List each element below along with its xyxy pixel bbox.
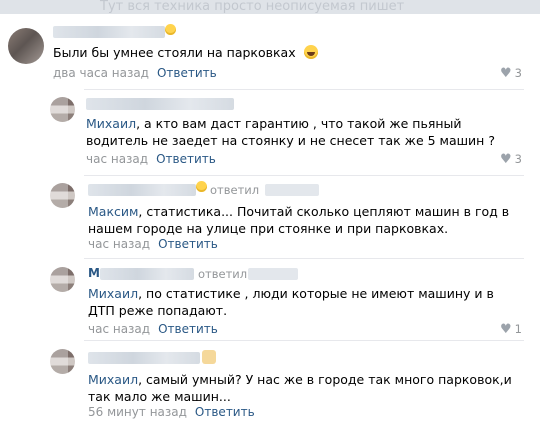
comment-meta: час назад Ответить (88, 322, 218, 336)
reply-button[interactable]: Ответить (158, 322, 218, 336)
divider (84, 340, 524, 341)
comment-time[interactable]: час назад (88, 322, 150, 336)
avatar[interactable] (50, 183, 75, 208)
comment-meta: 56 минут назад Ответить (88, 405, 255, 419)
like-count: 3 (514, 152, 522, 166)
comment-time[interactable]: час назад (86, 152, 148, 166)
top-ghost-text: Тут вся техника просто неописуемая пишет (100, 0, 405, 14)
divider (84, 258, 524, 259)
comment-text: Михаил, по статистике , люди которые не … (88, 286, 494, 318)
comment-time[interactable]: два часа назад (53, 66, 149, 80)
mention-link[interactable]: Михаил (86, 116, 136, 131)
comment-time[interactable]: 56 минут назад (88, 405, 187, 419)
author-name-blurred[interactable] (88, 352, 200, 364)
reply-button[interactable]: Ответить (158, 237, 218, 251)
heart-icon: ♥ (500, 151, 512, 167)
comment-text: Были бы умнее стояли на парковках (53, 44, 453, 61)
top-bar: Тут вся техника просто неописуемая пишет (0, 0, 540, 14)
replied-to-label: ответил (198, 267, 248, 281)
like-button[interactable]: ♥ 3 (500, 152, 522, 166)
comment-meta: час назад Ответить (88, 237, 218, 251)
author-name-blurred[interactable] (53, 26, 165, 38)
author-name-blurred[interactable] (88, 184, 196, 196)
comment-text: Максим, статистика... Почитай сколько це… (88, 204, 510, 236)
recipient-name-blurred[interactable] (248, 268, 298, 280)
author-name-fragment[interactable]: М (88, 266, 100, 280)
avatar[interactable] (50, 97, 75, 122)
comment-3: ответил Максим, статистика... Почитай ск… (0, 181, 540, 257)
comment-2: Михаил, а кто вам даст гарантию , что та… (0, 95, 540, 171)
comment-4: М ответил Михаил, по статистике , люди к… (0, 265, 540, 341)
mention-link[interactable]: Михаил (88, 286, 138, 301)
like-button[interactable]: ♥ 1 (500, 322, 522, 336)
avatar[interactable] (50, 267, 75, 292)
comment-text: Михаил, самый умный? У нас же в городе т… (88, 372, 512, 404)
mention-link[interactable]: Максим (88, 204, 138, 219)
reply-button[interactable]: Ответить (195, 405, 255, 419)
mention-link[interactable]: Михаил (88, 372, 138, 387)
comment-meta: час назад Ответить (86, 152, 216, 166)
heart-icon: ♥ (500, 65, 512, 81)
comment-5: Михаил, самый умный? У нас же в городе т… (0, 347, 540, 427)
replied-to-label: ответил (210, 183, 260, 197)
avatar[interactable] (8, 28, 44, 64)
smile-emoji-icon (196, 181, 207, 192)
heart-icon: ♥ (500, 321, 512, 337)
laugh-emoji-icon (303, 45, 318, 59)
author-name-blurred[interactable] (86, 98, 234, 110)
divider (84, 175, 524, 176)
like-count: 3 (514, 66, 522, 80)
comment-meta: два часа назад Ответить (53, 66, 217, 80)
reply-button[interactable]: Ответить (157, 66, 217, 80)
avatar[interactable] (50, 349, 75, 374)
hand-emoji-icon (202, 350, 216, 364)
recipient-name-blurred[interactable] (265, 184, 319, 196)
comment-1: Были бы умнее стояли на парковках два ча… (0, 24, 540, 86)
reply-button[interactable]: Ответить (156, 152, 216, 166)
divider (84, 89, 524, 90)
like-button[interactable]: ♥ 3 (500, 66, 522, 80)
comment-text: Михаил, а кто вам даст гарантию , что та… (86, 116, 495, 148)
comment-time[interactable]: час назад (88, 237, 150, 251)
smile-emoji-icon (165, 24, 176, 35)
author-name-blurred[interactable] (100, 268, 194, 280)
like-count: 1 (514, 322, 522, 336)
